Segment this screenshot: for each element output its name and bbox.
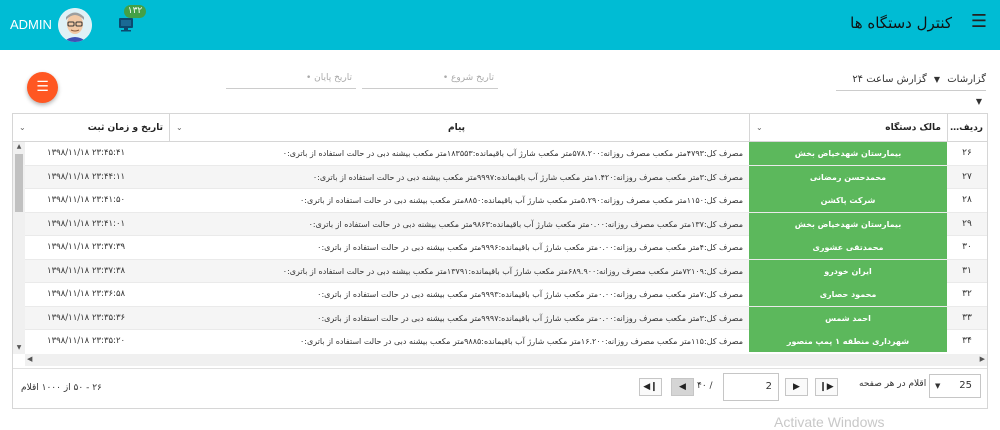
row-owner: شهرداری منطقه ۱ پمپ منصور: [749, 330, 947, 352]
table-row[interactable]: ۲۶ بیمارستان شهدخیاض بخش مصرف کل:۴۷۹۳متر…: [13, 142, 987, 166]
row-message: مصرف کل:۷۲۱۰۹متر مکعب مصرف روزانه:۶۸۹.۹۰…: [282, 266, 743, 276]
row-message: مصرف کل:۷متر مکعب مصرف روزانه:۰.۰۰متر مک…: [317, 290, 743, 299]
row-owner: احمد شمس: [749, 306, 947, 330]
chevron-down-icon: ▼: [935, 382, 941, 390]
table-row[interactable]: ۳۳ احمد شمس مصرف کل:۳متر مکعب مصرف روزان…: [13, 306, 987, 330]
scroll-up-arrow-icon[interactable]: ▲: [15, 143, 23, 150]
start-date-input[interactable]: تاریخ شروع •: [362, 69, 498, 89]
app-header: ☰ کنترل دستگاه ها ADMIN ۱۳۲: [0, 0, 1000, 50]
table-row[interactable]: ۳۰ محمدتقی عشوری مصرف کل:۴متر مکعب مصرف …: [13, 236, 987, 260]
row-index: ۳۲: [962, 289, 972, 299]
last-page-button[interactable]: ❙▶: [815, 378, 838, 396]
chevron-down-icon[interactable]: ⌄: [19, 114, 26, 142]
items-summary: ۲۶ - ۵۰ از ۱۰۰۰ اقلام: [21, 383, 102, 393]
row-index: ۳۴: [962, 336, 972, 346]
row-index: ۳۳: [962, 312, 972, 323]
column-header-owner[interactable]: مالک دستگاه ⌄: [749, 114, 947, 142]
grid-header: ردیف… مالک دستگاه ⌄ پیام ⌄ تاریخ و زمان …: [13, 114, 987, 142]
row-owner: محمدتقی عشوری: [749, 236, 947, 259]
column-header-message[interactable]: پیام ⌄: [169, 114, 749, 142]
pagination-bar: ۲۶ - ۵۰ از ۱۰۰۰ اقلام ◀❙ ◀ / ۴۰ 2 ▶ ❙▶ ا…: [13, 368, 987, 408]
grid-body: ۲۶ بیمارستان شهدخیاض بخش مصرف کل:۴۷۹۳متر…: [13, 142, 987, 352]
row-date: ۱۳۹۸/۱۱/۱۸ ۲۳:۳۵:۳۶: [47, 312, 126, 323]
row-index: ۳۱: [962, 265, 972, 276]
table-row[interactable]: ۲۸ شرکت پاکشن مصرف کل:۱۱۵۰متر مکعب مصرف …: [13, 189, 987, 213]
previous-page-button[interactable]: ◀: [671, 378, 694, 396]
row-owner: محمود حصاری: [749, 283, 947, 306]
items-per-page-select[interactable]: ▼ 25: [929, 374, 981, 398]
reports-select-label: گزارشات: [947, 74, 986, 85]
row-index: ۲۷: [962, 171, 972, 182]
row-message: مصرف کل:۱۱۵متر مکعب مصرف روزانه:۱۶.۲۰۰مت…: [299, 337, 743, 346]
row-index: ۲۹: [962, 218, 972, 229]
scrollbar-thumb[interactable]: [15, 154, 23, 212]
row-message: مصرف کل:۱۳۷متر مکعب مصرف روزانه:۰.۰۰متر …: [308, 219, 743, 229]
row-date: ۱۳۹۸/۱۱/۱۸ ۲۳:۳۶:۵۸: [47, 289, 126, 299]
scroll-down-arrow-icon[interactable]: ▼: [15, 344, 23, 351]
notification-count-badge: ۱۳۲: [124, 5, 146, 18]
hamburger-menu-icon[interactable]: ☰: [970, 13, 988, 31]
table-row[interactable]: ۲۹ بیمارستان شهدخیاض بخش مصرف کل:۱۳۷متر …: [13, 212, 987, 236]
table-row[interactable]: ۲۷ محمدحسن رمضانی مصرف کل:۳متر مکعب مصرف…: [13, 165, 987, 189]
row-message: مصرف کل:۳متر مکعب مصرف روزانه:۱.۴۲۰متر م…: [312, 172, 743, 182]
items-per-page-label: اقلام در هر صفحه: [859, 379, 927, 389]
row-index: ۲۸: [962, 195, 972, 205]
scroll-left-arrow-icon[interactable]: ◀: [27, 355, 32, 363]
total-pages-label: / ۴۰: [697, 381, 713, 391]
activation-watermark: Activate Windows: [774, 414, 885, 430]
row-date: ۱۳۹۸/۱۱/۱۸ ۲۳:۴۵:۴۱: [47, 148, 126, 158]
user-name[interactable]: ADMIN: [10, 17, 52, 32]
chevron-down-icon: ▼: [933, 75, 941, 84]
vertical-scrollbar[interactable]: ▲ ▼: [13, 142, 25, 354]
devices-grid: ردیف… مالک دستگاه ⌄ پیام ⌄ تاریخ و زمان …: [12, 113, 988, 409]
row-date: ۱۳۹۸/۱۱/۱۸ ۲۳:۳۷:۳۸: [47, 265, 126, 276]
first-page-button[interactable]: ◀❙: [639, 378, 662, 396]
horizontal-scrollbar[interactable]: ◀ ▶: [25, 354, 987, 366]
report-type-label: گزارش ساعت ۲۴: [852, 74, 927, 85]
row-owner: بیمارستان شهدخیاض بخش: [749, 142, 947, 165]
next-page-button[interactable]: ▶: [785, 378, 808, 396]
row-owner: ایران خودرو: [749, 259, 947, 283]
row-message: مصرف کل:۱۱۵۰متر مکعب مصرف روزانه:۵.۲۹۰مت…: [299, 196, 743, 205]
end-date-input[interactable]: تاریخ پایان •: [226, 69, 356, 89]
row-index: ۲۶: [962, 148, 972, 158]
page-title: کنترل دستگاه ها: [850, 14, 952, 32]
row-date: ۱۳۹۸/۱۱/۱۸ ۲۳:۴۱:۰۱: [47, 218, 126, 229]
row-owner: محمدحسن رمضانی: [749, 165, 947, 189]
row-date: ۱۳۹۸/۱۱/۱۸ ۲۳:۴۱:۵۰: [47, 195, 126, 205]
table-row[interactable]: ۳۴ شهرداری منطقه ۱ پمپ منصور مصرف کل:۱۱۵…: [13, 330, 987, 352]
row-owner: شرکت پاکشن: [749, 189, 947, 212]
user-avatar[interactable]: [58, 8, 92, 42]
table-row[interactable]: ۳۱ ایران خودرو مصرف کل:۷۲۱۰۹متر مکعب مصر…: [13, 259, 987, 283]
row-message: مصرف کل:۳متر مکعب مصرف روزانه:۰.۰۰متر مک…: [317, 313, 743, 323]
column-header-index[interactable]: ردیف…: [947, 114, 987, 142]
chevron-down-icon[interactable]: ⌄: [176, 114, 183, 142]
row-date: ۱۳۹۸/۱۱/۱۸ ۲۳:۳۵:۲۰: [47, 336, 126, 346]
row-message: مصرف کل:۴متر مکعب مصرف روزانه:۰.۰۰متر مک…: [317, 243, 743, 252]
chevron-down-icon: ▼: [975, 97, 982, 106]
row-index: ۳۰: [962, 242, 972, 252]
menu-fab-button[interactable]: ☰: [27, 72, 58, 103]
column-header-date[interactable]: تاریخ و زمان ثبت ⌄: [13, 114, 169, 142]
row-date: ۱۳۹۸/۱۱/۱۸ ۲۳:۴۴:۱۱: [47, 171, 126, 182]
row-owner: بیمارستان شهدخیاض بخش: [749, 212, 947, 236]
page-number-input[interactable]: 2: [723, 373, 779, 401]
row-date: ۱۳۹۸/۱۱/۱۸ ۲۳:۳۷:۳۹: [47, 242, 126, 252]
chevron-down-icon[interactable]: ⌄: [756, 114, 763, 142]
scroll-right-arrow-icon[interactable]: ▶: [980, 355, 985, 363]
table-row[interactable]: ۳۲ محمود حصاری مصرف کل:۷متر مکعب مصرف رو…: [13, 283, 987, 307]
row-message: مصرف کل:۴۷۹۳متر مکعب مصرف روزانه:۵۷۸.۲۰۰…: [282, 149, 743, 158]
reports-select[interactable]: گزارشات ▼ گزارش ساعت ۲۴ ▼: [836, 69, 986, 106]
